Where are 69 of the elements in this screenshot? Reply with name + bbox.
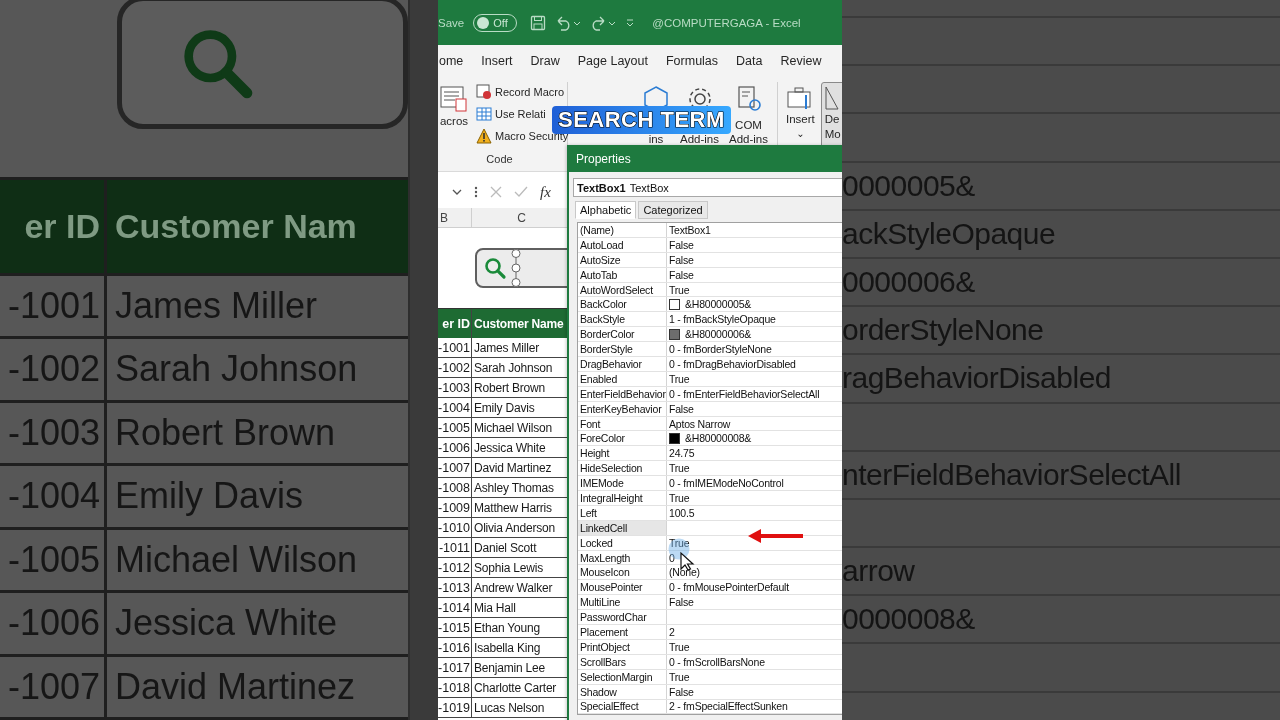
table-cell-text: James Miller [473, 339, 540, 357]
table-cell-text: Emily Davis [114, 474, 304, 519]
window-title: @COMPUTERGAGA - Excel [652, 16, 801, 29]
column-header: Customer Nam [114, 205, 358, 247]
table-cell: -1002 [0, 339, 107, 400]
column-header: er ID [0, 180, 107, 273]
table-cell: -1001 [438, 338, 472, 357]
table-cell: -1005 [438, 418, 472, 437]
table-cell: -1005 [0, 529, 107, 590]
caption-toast: SEARCH TERM [552, 106, 731, 134]
table-cell-text: Ethan Young [473, 619, 541, 637]
column-header: Customer Name [473, 315, 565, 333]
table-cell-text: Michael Wilson [473, 419, 553, 437]
table-cell: -1002 [438, 358, 472, 377]
table-cell-text: Lucas Nelson [473, 699, 546, 717]
table-cell-text: Benjamin Lee [473, 659, 546, 677]
table-cell-text: James Miller [114, 283, 319, 328]
table-cell: -1010 [438, 518, 472, 537]
window-title: Properties [569, 145, 842, 172]
table-cell: -1004 [0, 466, 107, 527]
table-cell: -1006 [0, 593, 107, 654]
table-cell: -1009 [438, 498, 472, 517]
column-header: er ID [438, 309, 472, 338]
table-cell: -1015 [438, 618, 472, 637]
table-cell: -1019 [438, 698, 472, 717]
table-cell: -1014 [438, 598, 472, 617]
table-cell-text: David Martinez [114, 664, 357, 709]
table-cell: -1018 [438, 678, 472, 697]
property-value: ackStyleOpaque [842, 216, 1056, 251]
table-cell-text: Charlotte Carter [473, 679, 558, 697]
table-cell-text: Robert Brown [114, 410, 337, 455]
property-value: ragBehaviorDisabled [842, 361, 1111, 396]
table-cell: -1004 [438, 398, 472, 417]
table-cell-text: Isabella King [473, 639, 542, 657]
table-cell: -1007 [0, 656, 107, 717]
table-cell-text: Andrew Walker [473, 579, 554, 597]
table-cell: -1003 [438, 378, 472, 397]
table-cell-text: Jessica White [114, 601, 339, 646]
table-cell: -1011 [438, 538, 472, 557]
table-cell-text: David Martinez [473, 459, 553, 477]
table-cell: -1012 [438, 558, 472, 577]
table-cell-text: Sarah Johnson [114, 347, 359, 392]
table-cell: -1006 [438, 438, 472, 457]
table-cell: -1008 [438, 478, 472, 497]
table-cell: -1013 [438, 578, 472, 597]
property-value: 0000006& [842, 265, 975, 300]
table-cell: -1017 [438, 658, 472, 677]
table-cell-text: Daniel Scott [473, 539, 538, 557]
table-cell-text: Mia Hall [473, 599, 517, 617]
property-value: nterFieldBehaviorSelectAll [842, 457, 1181, 492]
table-cell: -1016 [438, 638, 472, 657]
group-label: Code [486, 153, 513, 167]
autosave-label: Save [438, 16, 465, 29]
table-cell-text: Ashley Thomas [473, 479, 555, 497]
table-cell-text: Matthew Harris [473, 499, 553, 517]
table-cell-text: Sarah Johnson [473, 359, 554, 377]
property-value: 0000008& [842, 602, 975, 637]
table-cell-text: Robert Brown [473, 379, 546, 397]
table-cell: -1003 [0, 402, 107, 463]
table-cell: -1001 [0, 275, 107, 336]
table-cell-text: Jessica White [473, 439, 547, 457]
property-value: arrow [842, 554, 915, 589]
property-value: orderStyleNone [842, 313, 1044, 348]
table-cell: -1007 [438, 458, 472, 477]
table-cell-text: Michael Wilson [114, 537, 359, 582]
property-value: 0000005& [842, 168, 975, 203]
table-cell-text: Emily Davis [473, 399, 536, 417]
table-cell-text: Sophia Lewis [473, 559, 544, 577]
table-cell-text: Olivia Anderson [473, 519, 557, 537]
